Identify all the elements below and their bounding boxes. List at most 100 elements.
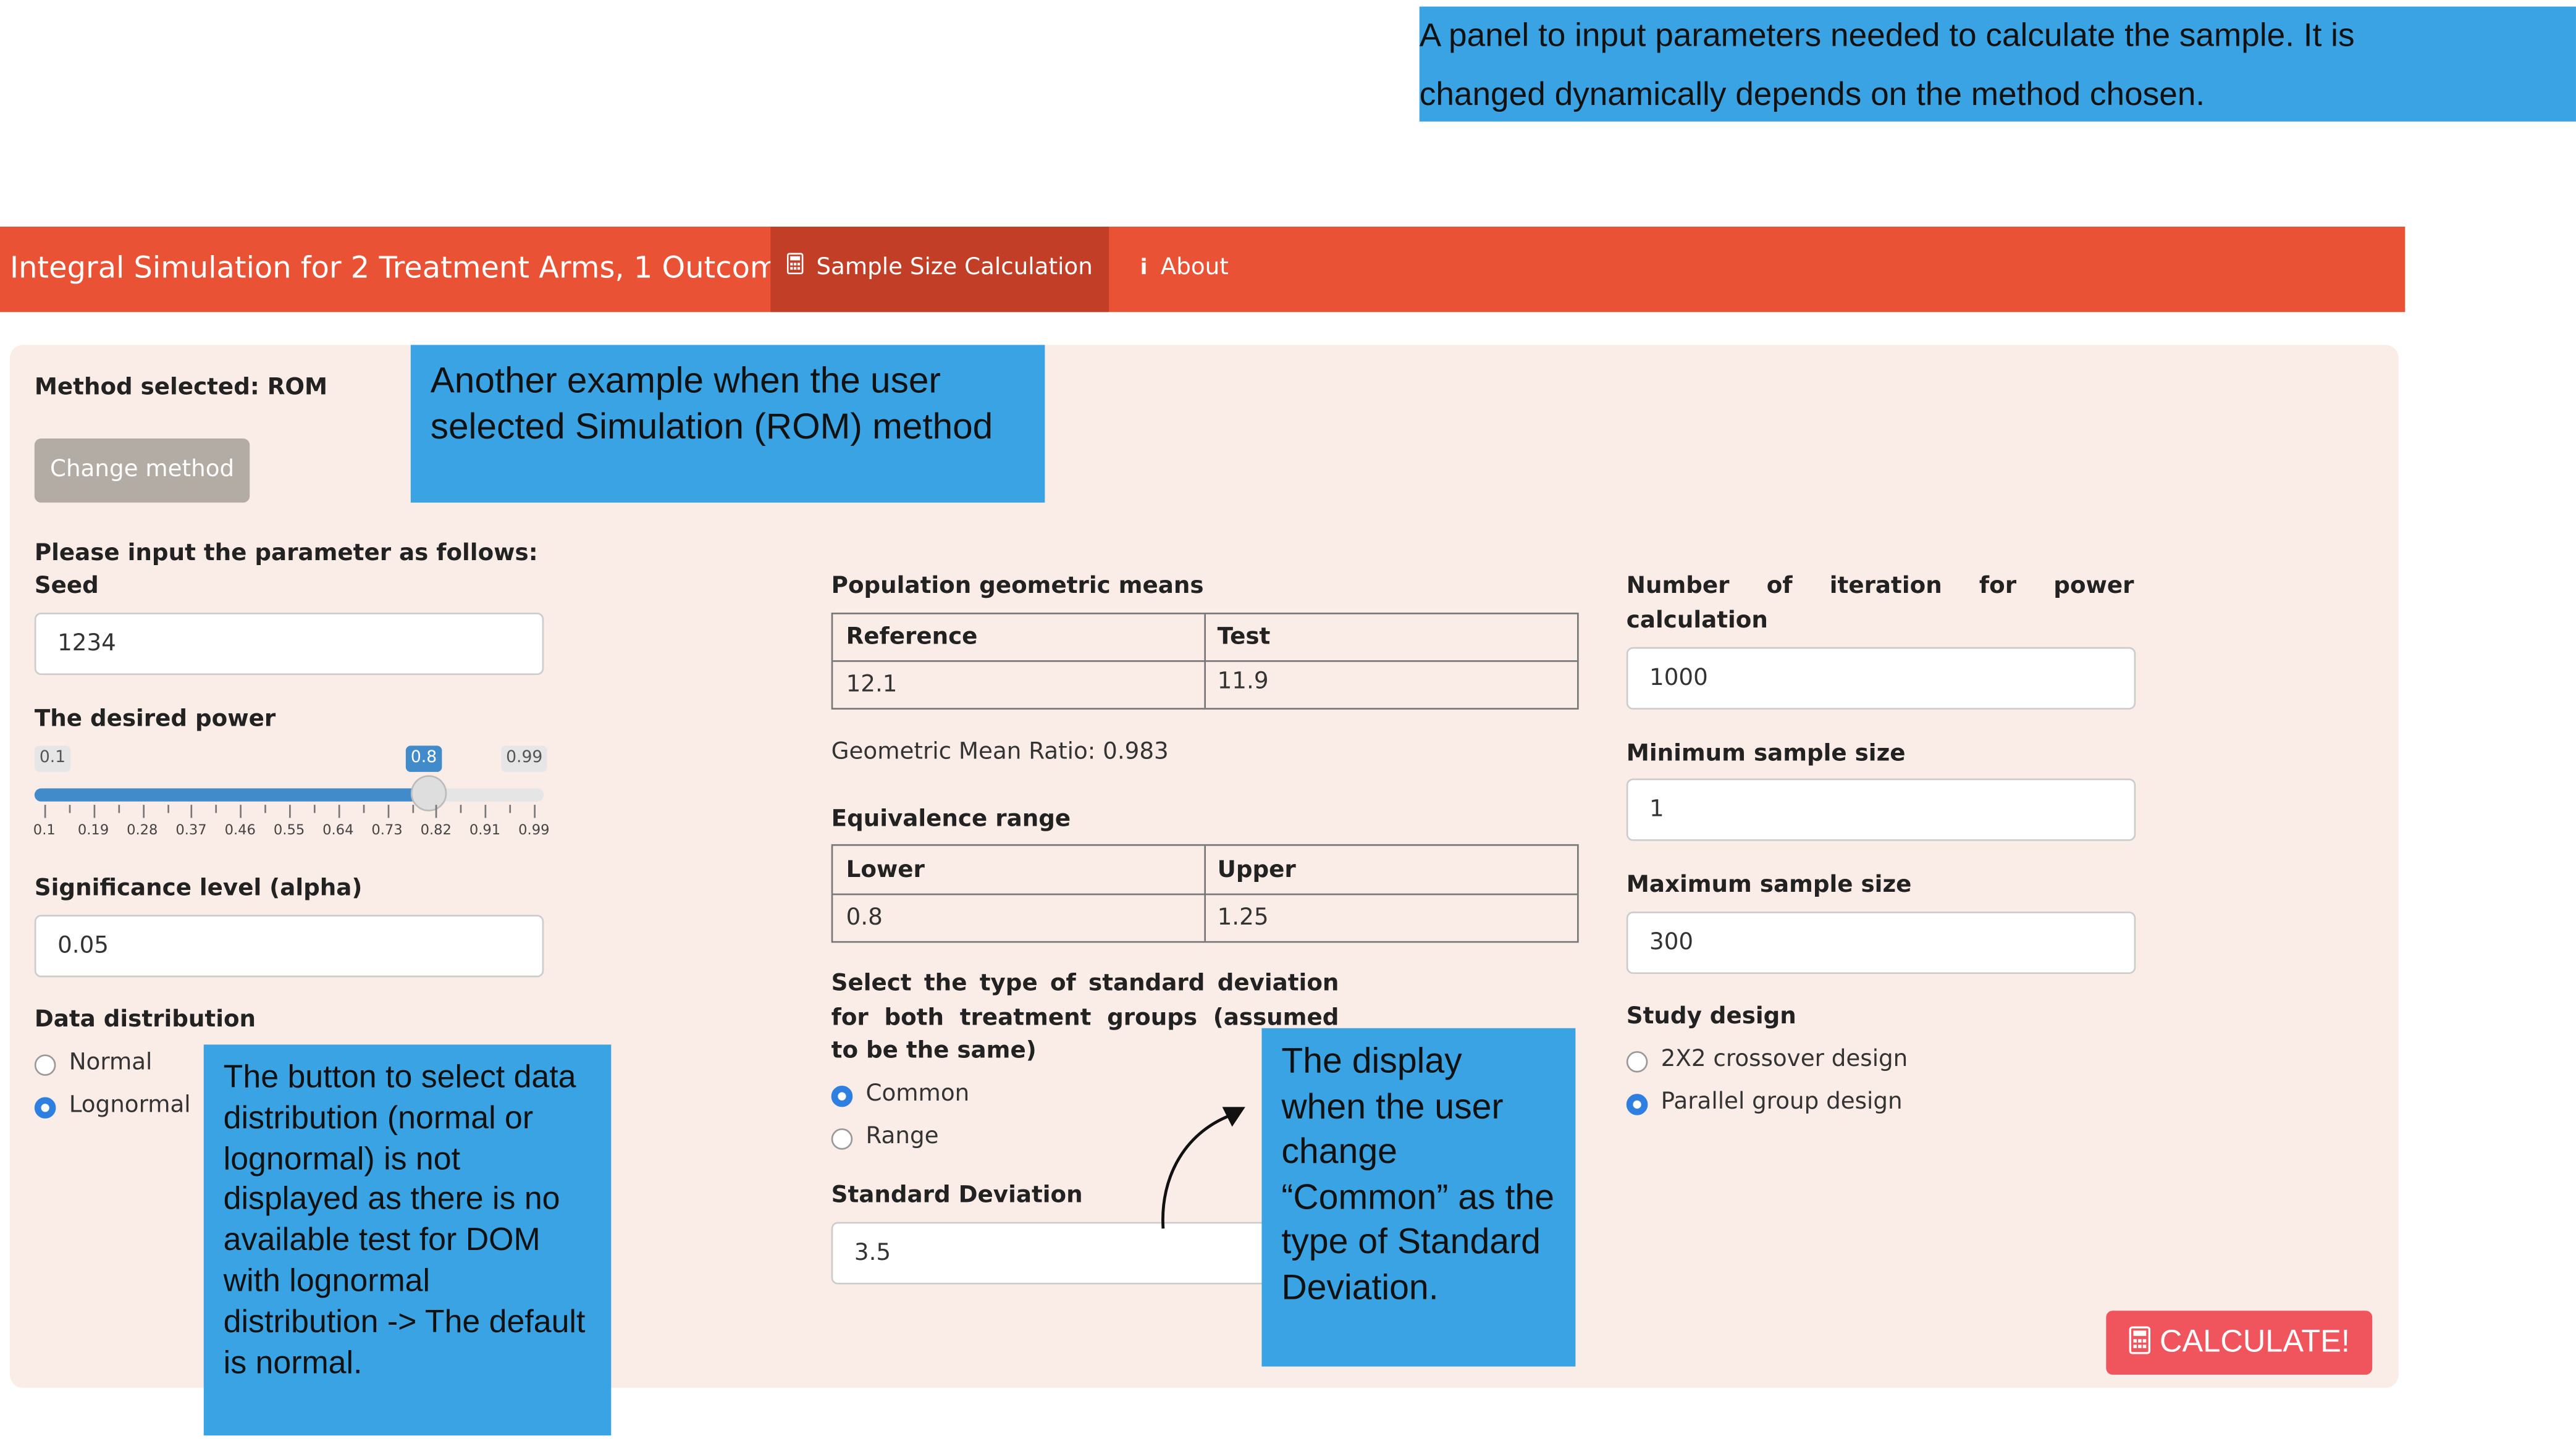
slider-tick — [534, 805, 536, 818]
geo-means-table: Reference Test 12.1 11.9 — [831, 612, 1579, 710]
annotation-line-1: A panel to input parameters needed to ca… — [1419, 18, 2355, 54]
calculate-button[interactable]: CALCULATE! — [2106, 1311, 2373, 1378]
slider-tick — [44, 805, 46, 818]
slider-tick-label: 0.73 — [371, 823, 403, 839]
radio-label: 2X2 crossover design — [1661, 1046, 1908, 1073]
slider-tick — [289, 805, 291, 818]
slider-tick-label: 0.28 — [127, 823, 158, 839]
geometric-mean-ratio: Geometric Mean Ratio: 0.983 — [831, 739, 1169, 766]
slider-tick-label: 0.46 — [224, 823, 256, 839]
tab-about[interactable]: i About — [1140, 227, 1255, 312]
slider-tick — [166, 805, 169, 813]
power-label: The desired power — [34, 706, 276, 733]
iterations-label: Number of iteration for power calculatio… — [1626, 573, 2134, 634]
slider-tick — [69, 805, 71, 813]
calculator-icon — [2128, 1314, 2150, 1378]
table-header-test: Test — [1217, 624, 1271, 651]
sd-label: Standard Deviation — [831, 1182, 1083, 1209]
slider-tick — [264, 805, 267, 813]
slider-tick — [240, 805, 242, 818]
slider-tick — [387, 805, 389, 818]
screenshot-root: A panel to input parameters needed to ca… — [0, 0, 2576, 1439]
upper-bound-cell[interactable]: 1.25 — [1204, 905, 1269, 931]
table-header-reference: Reference — [846, 624, 978, 651]
radio-button[interactable] — [831, 1128, 853, 1150]
seed-input[interactable]: 1234 — [34, 612, 544, 676]
slider-tick-label: 0.19 — [77, 823, 109, 839]
slider-tick — [460, 805, 463, 813]
radio-label: Lognormal — [69, 1092, 191, 1119]
calculate-label: CALCULATE! — [2160, 1325, 2350, 1360]
radio-button-selected[interactable] — [1626, 1094, 1648, 1115]
equivalence-range-table: Lower Upper 0.8 1.25 — [831, 844, 1579, 943]
alpha-input[interactable]: 0.05 — [34, 915, 544, 978]
arrow-icon — [1161, 1107, 1245, 1229]
seed-label: Seed — [34, 573, 99, 600]
radio-button[interactable] — [34, 1054, 56, 1076]
slider-tick — [191, 805, 193, 818]
radio-label: Common — [865, 1080, 970, 1107]
iterations-input[interactable]: 1000 — [1626, 647, 2136, 710]
slider-tick — [93, 805, 95, 818]
change-method-button[interactable]: Change method — [34, 438, 250, 503]
annotation-panel-description: A panel to input parameters needed to ca… — [1419, 6, 2576, 122]
slider-fill — [34, 788, 430, 802]
instructions-label: Please input the parameter as follows: — [34, 540, 538, 567]
radio-button[interactable] — [1626, 1051, 1648, 1073]
slider-tick-label: 0.91 — [469, 823, 501, 839]
power-slider[interactable]: 0.1 0.8 0.99 0.1 0.19 0.28 0.37 0.46 0.55 0.64… — [33, 742, 550, 844]
method-selected-label: Method selected: ROM — [34, 374, 328, 401]
distribution-label: Data distribution — [34, 1007, 256, 1033]
radio-button-selected[interactable] — [34, 1097, 56, 1119]
equivalence-range-label: Equivalence range — [831, 806, 1071, 833]
slider-tick — [313, 805, 316, 813]
app-title: Integral Simulation for 2 Treatment Arms… — [9, 251, 798, 286]
reference-mean-cell[interactable]: 12.1 — [833, 672, 898, 699]
lower-bound-cell[interactable]: 0.8 — [833, 905, 883, 931]
annotation-line-2: changed dynamically depends on the metho… — [1419, 77, 2205, 114]
test-mean-cell[interactable]: 11.9 — [1204, 668, 1269, 695]
annotation-common-sd: The display when the user change “Common… — [1261, 1028, 1576, 1367]
info-icon: i — [1140, 256, 1148, 281]
slider-tick — [362, 805, 364, 813]
slider-tick-label: 0.37 — [175, 823, 207, 839]
slider-max-label: 0.99 — [501, 745, 548, 772]
tab-sample-size-calculation[interactable]: Sample Size Calculation — [770, 226, 1109, 313]
study-design-label: Study design — [1626, 1003, 1796, 1030]
max-sample-label: Maximum sample size — [1626, 872, 1912, 899]
min-sample-label: Minimum sample size — [1626, 740, 1906, 767]
slider-tick-label: 0.64 — [322, 823, 354, 839]
slider-tick — [436, 805, 438, 818]
radio-label: Normal — [69, 1049, 153, 1076]
slider-tick-label: 0.55 — [273, 823, 305, 839]
slider-tick — [485, 805, 487, 818]
table-header-lower: Lower — [846, 857, 925, 884]
alpha-label: Significance level (alpha) — [34, 875, 363, 902]
slider-value-label: 0.8 — [405, 745, 442, 772]
radio-button-selected[interactable] — [831, 1085, 853, 1107]
slider-tick-label: 0.99 — [518, 823, 550, 839]
annotation-distribution-note: The button to select data distribution (… — [203, 1044, 612, 1436]
slider-tick — [142, 805, 144, 818]
slider-tick — [509, 805, 511, 813]
slider-tick — [411, 805, 413, 813]
slider-tick-label: 0.1 — [33, 823, 56, 839]
slider-tick — [216, 805, 217, 813]
tab-label: About — [1160, 254, 1229, 281]
tab-label: Sample Size Calculation — [816, 254, 1093, 281]
calculator-icon — [786, 229, 804, 311]
slider-ticks — [35, 805, 544, 821]
annotation-rom-method: Another example when the user selected S… — [410, 345, 1045, 503]
slider-tick-labels: 0.1 0.19 0.28 0.37 0.46 0.55 0.64 0.73 0.82 0.91 0… — [33, 823, 550, 842]
navbar: Integral Simulation for 2 Treatment Arms… — [0, 226, 2406, 313]
radio-label: Parallel group design — [1661, 1089, 1903, 1115]
slider-min-label: 0.1 — [34, 745, 71, 772]
table-header-upper: Upper — [1217, 857, 1296, 884]
geo-means-label: Population geometric means — [831, 573, 1204, 600]
max-sample-input[interactable]: 300 — [1626, 911, 2136, 975]
min-sample-input[interactable]: 1 — [1626, 778, 2136, 841]
slider-tick — [117, 805, 120, 813]
slider-tick — [338, 805, 340, 818]
slider-track[interactable] — [34, 788, 544, 802]
slider-tick-label: 0.82 — [420, 823, 452, 839]
